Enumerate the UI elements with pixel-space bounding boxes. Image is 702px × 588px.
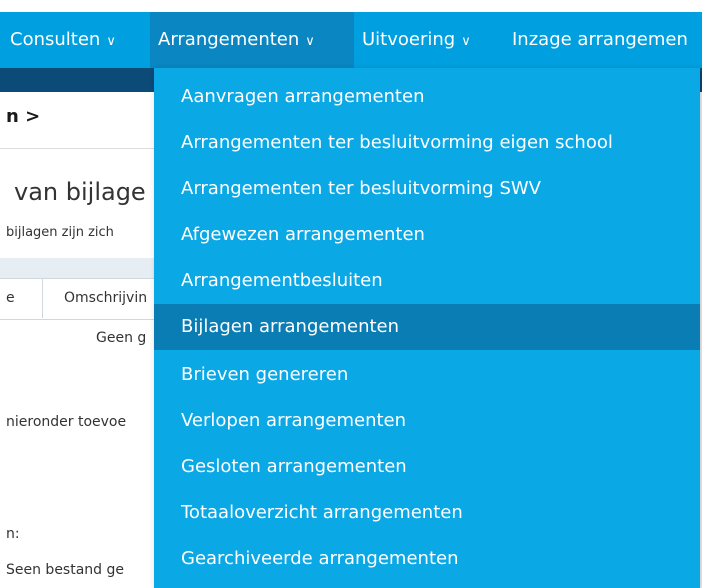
nav-consulten[interactable]: Consulten ∨ [10, 12, 116, 68]
menu-item-afgewezen[interactable]: Afgewezen arrangementen [154, 212, 700, 258]
menu-item-besluitvorming-eigen-school[interactable]: Arrangementen ter besluitvorming eigen s… [154, 120, 700, 166]
nav-arrangementen[interactable]: Arrangementen ∨ [150, 12, 354, 68]
chevron-down-icon: ∨ [461, 34, 471, 49]
main-navbar: Consulten ∨ Arrangementen ∨ Uitvoering ∨ In… [0, 12, 702, 68]
menu-item-gearchiveerd[interactable]: Gearchiveerde arrangementen [154, 536, 700, 582]
menu-item-gesloten[interactable]: Gesloten arrangementen [154, 444, 700, 490]
menu-item-arrangementbesluiten[interactable]: Arrangementbesluiten [154, 258, 700, 304]
column-divider [42, 278, 43, 318]
menu-item-verlopen[interactable]: Verlopen arrangementen [154, 398, 700, 444]
top-strip [0, 0, 702, 12]
menu-item-brieven-genereren[interactable]: Brieven genereren [154, 352, 700, 398]
menu-item-bijlagen[interactable]: Bijlagen arrangementen [154, 304, 700, 350]
menu-item-besluitvorming-swv[interactable]: Arrangementen ter besluitvorming SWV [154, 166, 700, 212]
nav-label: Inzage arrangemen [512, 29, 688, 50]
nav-label: Arrangementen [158, 29, 300, 50]
nav-inzage-arrangementen[interactable]: Inzage arrangemen [512, 12, 688, 68]
nav-label: Consulten [10, 29, 101, 50]
file-status-text: Seen bestand ge [6, 562, 125, 578]
chevron-down-icon: ∨ [305, 34, 315, 49]
page-subtitle: bijlagen zijn zich [6, 225, 114, 240]
breadcrumb-redaction [48, 98, 160, 138]
page-title: van bijlage [14, 178, 146, 206]
column-header-type[interactable]: e [6, 290, 15, 306]
chevron-down-icon: ∨ [106, 34, 116, 49]
nav-uitvoering[interactable]: Uitvoering ∨ [362, 12, 471, 68]
menu-item-aanvragen[interactable]: Aanvragen arrangementen [154, 74, 700, 120]
field-label: n: [6, 526, 20, 542]
table-toolbar [0, 258, 160, 278]
nav-label: Uitvoering [362, 29, 456, 50]
arrangementen-dropdown-menu: Aanvragen arrangementen Arrangementen te… [154, 68, 700, 588]
column-header-description[interactable]: Omschrijvin [64, 290, 147, 306]
breadcrumb[interactable]: n > [6, 106, 40, 127]
divider [0, 148, 160, 149]
menu-item-totaaloverzicht[interactable]: Totaaloverzicht arrangementen [154, 490, 700, 536]
table-empty-message: Geen g [96, 330, 147, 346]
instruction-text: nieronder toevoe [6, 414, 127, 430]
